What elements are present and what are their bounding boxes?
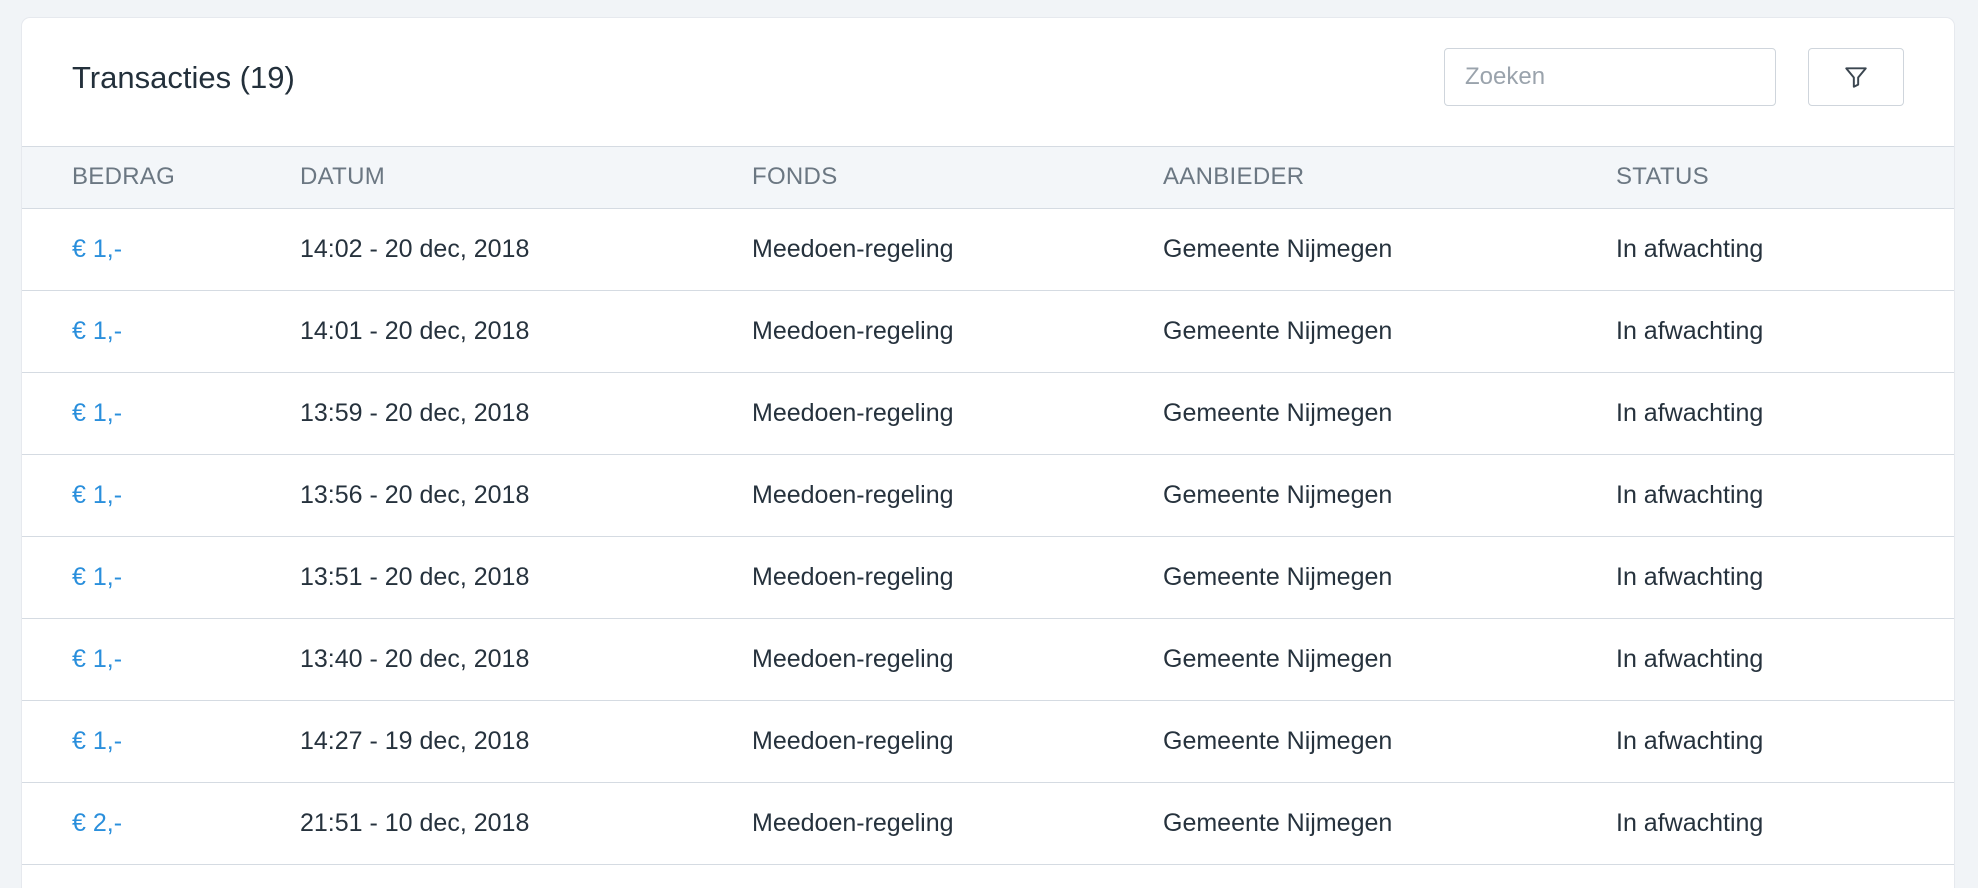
table-row[interactable]: € 1,- 14:01 - 20 dec, 2018 Meedoen-regel…: [22, 290, 1954, 372]
status-cell: In afwachting: [1616, 726, 1764, 755]
date-cell: 14:01 - 20 dec, 2018: [300, 316, 530, 345]
status-cell: In afwachting: [1616, 644, 1764, 673]
status-cell: In afwachting: [1616, 480, 1764, 509]
column-header-amount[interactable]: BEDRAG: [22, 147, 300, 208]
amount-link[interactable]: € 1,-: [72, 235, 122, 263]
provider-cell: Gemeente Nijmegen: [1163, 234, 1393, 263]
provider-cell: Gemeente Nijmegen: [1163, 562, 1393, 591]
date-cell: 13:56 - 20 dec, 2018: [300, 480, 530, 509]
amount-link[interactable]: € 1,-: [72, 563, 122, 591]
date-cell: 14:27 - 19 dec, 2018: [300, 726, 530, 755]
date-cell: 13:51 - 20 dec, 2018: [300, 562, 530, 591]
amount-link[interactable]: € 1,-: [72, 645, 122, 673]
status-cell: In afwachting: [1616, 234, 1764, 263]
table-row[interactable]: € 1,- 14:02 - 20 dec, 2018 Meedoen-regel…: [22, 208, 1954, 290]
transactions-table: BEDRAG DATUM FONDS AANBIEDER STATUS € 1,…: [22, 147, 1954, 865]
funnel-icon: [1843, 64, 1869, 90]
column-header-fund[interactable]: FONDS: [752, 147, 1163, 208]
status-cell: In afwachting: [1616, 398, 1764, 427]
amount-link[interactable]: € 1,-: [72, 481, 122, 509]
fund-cell: Meedoen-regeling: [752, 480, 954, 509]
table-row[interactable]: € 1,- 14:27 - 19 dec, 2018 Meedoen-regel…: [22, 700, 1954, 782]
table-row[interactable]: € 1,- 13:40 - 20 dec, 2018 Meedoen-regel…: [22, 618, 1954, 700]
column-header-provider[interactable]: AANBIEDER: [1163, 147, 1616, 208]
table-row[interactable]: € 2,- 21:51 - 10 dec, 2018 Meedoen-regel…: [22, 782, 1954, 864]
amount-cell: € 1,-: [22, 208, 300, 290]
provider-cell: Gemeente Nijmegen: [1163, 644, 1393, 673]
fund-cell: Meedoen-regeling: [752, 398, 954, 427]
date-cell: 14:02 - 20 dec, 2018: [300, 234, 530, 263]
fund-cell: Meedoen-regeling: [752, 562, 954, 591]
table-row[interactable]: € 1,- 13:56 - 20 dec, 2018 Meedoen-regel…: [22, 454, 1954, 536]
amount-link[interactable]: € 2,-: [72, 809, 122, 837]
card-header: Transacties (19): [22, 18, 1954, 147]
provider-cell: Gemeente Nijmegen: [1163, 726, 1393, 755]
fund-cell: Meedoen-regeling: [752, 234, 954, 263]
column-header-date[interactable]: DATUM: [300, 147, 752, 208]
date-cell: 13:59 - 20 dec, 2018: [300, 398, 530, 427]
amount-cell: € 1,-: [22, 536, 300, 618]
provider-cell: Gemeente Nijmegen: [1163, 316, 1393, 345]
page-title: Transacties (19): [72, 60, 295, 95]
table-row[interactable]: € 1,- 13:51 - 20 dec, 2018 Meedoen-regel…: [22, 536, 1954, 618]
table-row[interactable]: € 1,- 13:59 - 20 dec, 2018 Meedoen-regel…: [22, 372, 1954, 454]
amount-cell: € 1,-: [22, 372, 300, 454]
fund-cell: Meedoen-regeling: [752, 726, 954, 755]
provider-cell: Gemeente Nijmegen: [1163, 808, 1393, 837]
fund-cell: Meedoen-regeling: [752, 644, 954, 673]
column-header-status[interactable]: STATUS: [1616, 147, 1954, 208]
provider-cell: Gemeente Nijmegen: [1163, 398, 1393, 427]
amount-cell: € 1,-: [22, 454, 300, 536]
date-cell: 13:40 - 20 dec, 2018: [300, 644, 530, 673]
transactions-card: Transacties (19) BEDRAG DATUM FONDS AANB…: [22, 18, 1954, 888]
date-cell: 21:51 - 10 dec, 2018: [300, 808, 530, 837]
amount-link[interactable]: € 1,-: [72, 727, 122, 755]
fund-cell: Meedoen-regeling: [752, 316, 954, 345]
table-header-row: BEDRAG DATUM FONDS AANBIEDER STATUS: [22, 147, 1954, 208]
status-cell: In afwachting: [1616, 316, 1764, 345]
filter-button[interactable]: [1808, 48, 1904, 106]
amount-link[interactable]: € 1,-: [72, 317, 122, 345]
provider-cell: Gemeente Nijmegen: [1163, 480, 1393, 509]
amount-cell: € 2,-: [22, 782, 300, 864]
amount-cell: € 1,-: [22, 700, 300, 782]
search-input[interactable]: [1444, 48, 1776, 106]
amount-cell: € 1,-: [22, 618, 300, 700]
amount-cell: € 1,-: [22, 290, 300, 372]
status-cell: In afwachting: [1616, 808, 1764, 837]
status-cell: In afwachting: [1616, 562, 1764, 591]
amount-link[interactable]: € 1,-: [72, 399, 122, 427]
fund-cell: Meedoen-regeling: [752, 808, 954, 837]
